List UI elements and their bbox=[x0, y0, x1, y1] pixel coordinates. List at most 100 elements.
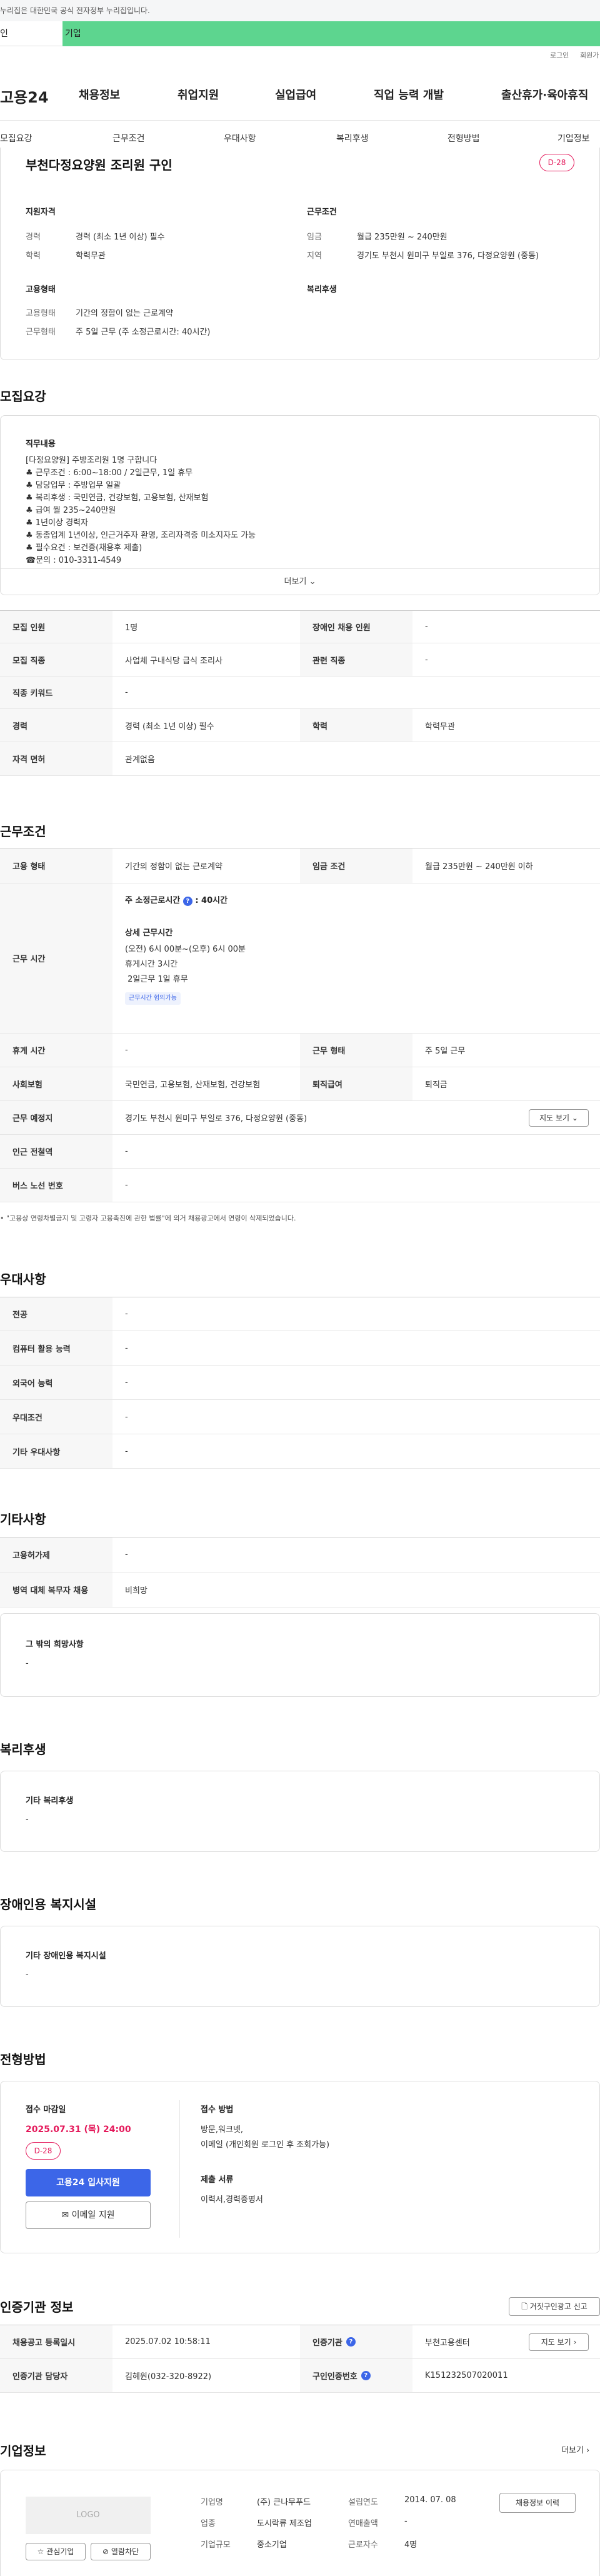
table-header-cell: 컴퓨터 활용 능력 bbox=[0, 1331, 112, 1365]
duty-line: ♣ 급여 월 235~240만원 bbox=[26, 506, 116, 515]
company-logo: LOGO bbox=[26, 2497, 151, 2534]
table-row: 버스 노선 번호 - bbox=[0, 1169, 600, 1202]
section-nav-apply[interactable]: 전형방법 bbox=[448, 132, 480, 144]
map-button[interactable]: 지도 보기 › bbox=[529, 2333, 589, 2351]
table-cell: 학력무관 bbox=[425, 722, 455, 732]
hope-card: 그 밖의 희망사항 - bbox=[0, 1613, 600, 1697]
table-cell: 경력 (최소 1년 이상) 필수 bbox=[125, 722, 214, 732]
more-button[interactable]: 더보기 ⌄ bbox=[1, 568, 599, 595]
table-header-cell: 우대조건 bbox=[0, 1400, 112, 1434]
audience-tabs: 인 기업 bbox=[0, 21, 600, 46]
job-title: 부천다정요양원 조리원 구인 bbox=[26, 158, 172, 173]
table-cell: 사업체 구내식당 급식 조리사 bbox=[125, 656, 222, 666]
tab-personal[interactable]: 인 bbox=[0, 21, 62, 46]
gnb-parental-leave[interactable]: 출산휴가·육아휴직 bbox=[501, 86, 588, 103]
hours-week-label: 주 소정근로시간 bbox=[125, 896, 181, 905]
login-link[interactable]: 로그인 bbox=[550, 50, 569, 60]
pref-table: 전공 - 컴퓨터 활용 능력 - 외국어 능력 - 우대조건 - 기타 우대사항 - bbox=[0, 1297, 600, 1469]
star-icon: ☆ bbox=[37, 2547, 44, 2556]
table-header-cell: 근무 예정지 bbox=[0, 1101, 112, 1134]
job-history-button[interactable]: 채용정보 이력 bbox=[499, 2493, 576, 2513]
favorite-company-button[interactable]: ☆ 관심기업 bbox=[26, 2543, 86, 2560]
gnb-unemployment-benefit[interactable]: 실업급여 bbox=[275, 86, 316, 103]
work-table: 고용 형태 기간의 정함이 없는 근로계약 임금 조건 월급 235만원 ~ 2… bbox=[0, 848, 600, 1204]
info-icon[interactable]: ? bbox=[346, 2337, 356, 2347]
dday-badge: D-28 bbox=[539, 154, 574, 171]
chevron-right-icon: › bbox=[586, 2446, 590, 2455]
table-cell: 퇴직금 bbox=[425, 1080, 448, 1090]
emp-value: 기간의 정함이 없는 근로계약 bbox=[76, 309, 173, 318]
dday-badge: D-28 bbox=[26, 2142, 61, 2160]
table-cell: - bbox=[125, 1446, 128, 1456]
block-view-button[interactable]: ⊘ 열람차단 bbox=[91, 2543, 151, 2560]
table-cell: - bbox=[125, 1377, 128, 1387]
duty-text: [다정요양원] 주방조리원 1명 구합니다 ♣ 근무조건 : 6:00~18:0… bbox=[26, 455, 576, 566]
gnb-jobs[interactable]: 채용정보 bbox=[79, 86, 120, 103]
cond-label: 임금 bbox=[307, 233, 322, 242]
cond-label: 지역 bbox=[307, 251, 322, 261]
brand-logo[interactable]: 고용24 bbox=[0, 85, 49, 107]
company-heading: 기업정보 bbox=[0, 2443, 46, 2458]
table-row: 병역 대체 복무자 채용 비희망 bbox=[0, 1572, 600, 1607]
hours-week: 주 소정근로시간 ? : 40시간 bbox=[125, 893, 228, 906]
join-link[interactable]: 회원가 bbox=[580, 50, 599, 60]
welfare-card: 기타 복리후생 - bbox=[0, 1771, 600, 1852]
table-header-cell: 휴게 시간 bbox=[0, 1034, 112, 1067]
tab-company[interactable]: 기업 bbox=[62, 21, 600, 46]
etc-table: 고용허가제 - 병역 대체 복무자 채용 비희망 bbox=[0, 1537, 600, 1607]
section-nav-recruit[interactable]: 모집요강 bbox=[0, 132, 32, 144]
report-button[interactable]: 🗋 거짓구인광고 신고 bbox=[509, 2297, 600, 2316]
info-icon[interactable]: ? bbox=[361, 2371, 371, 2380]
duty-line: ☎문의 : 010-3311-4549 bbox=[26, 556, 122, 565]
method-title: 접수 방법 bbox=[201, 2105, 234, 2115]
info-icon[interactable]: ? bbox=[182, 897, 192, 906]
company-more-label: 더보기 bbox=[561, 2446, 584, 2455]
map-button-label: 지도 보기 bbox=[539, 1114, 570, 1122]
section-nav-work[interactable]: 근무조건 bbox=[112, 132, 145, 144]
table-header-cell: 자격 면허 bbox=[0, 742, 112, 775]
table-cell: 주 5일 근무 bbox=[425, 1047, 466, 1056]
company-more-link[interactable]: 더보기 › bbox=[561, 2443, 589, 2455]
gov-banner-text: 누리집은 대한민국 공식 전자정부 누리집입니다. bbox=[0, 6, 150, 15]
chevron-down-icon: ⌄ bbox=[309, 577, 316, 586]
duty-line: ♣ 동종업계 1년이상, 인근거주자 환영, 조리자격증 미소지자도 가능 bbox=[26, 531, 256, 540]
pref-heading: 우대사항 bbox=[0, 1272, 46, 1287]
deadline-title: 접수 마감일 bbox=[26, 2105, 66, 2115]
table-cell: 국민연금, 고용보험, 산재보험, 건강보험 bbox=[125, 1080, 261, 1090]
table-header-cell: 학력 bbox=[300, 709, 412, 742]
method: 방문,워크넷, 이메일 (개인회원 로그인 후 조회가능) bbox=[201, 2123, 329, 2153]
block-label: 열람차단 bbox=[111, 2547, 139, 2556]
table-cell: 김혜원(032-320-8922) bbox=[125, 2372, 212, 2382]
apply-button[interactable]: 고용24 입사지원 bbox=[26, 2169, 151, 2196]
table-cell: - bbox=[125, 1412, 128, 1422]
table-cell: 관계없음 bbox=[125, 755, 155, 765]
gnb-employment-support[interactable]: 취업지원 bbox=[178, 86, 219, 103]
map-button[interactable]: 지도 보기 ⌄ bbox=[529, 1109, 589, 1127]
etc-heading: 기타사항 bbox=[0, 1512, 46, 1527]
favorite-label: 관심기업 bbox=[46, 2547, 74, 2556]
table-cell: 월급 235만원 ~ 240만원 이하 bbox=[425, 862, 533, 872]
cert-heading: 인증기관 정보 bbox=[0, 2300, 74, 2315]
email-apply-label: 이메일 지원 bbox=[71, 2210, 115, 2220]
hope-title: 그 밖의 희망사항 bbox=[26, 1640, 84, 1649]
method-line: 이메일 (개인회원 로그인 후 조회가능) bbox=[201, 2140, 330, 2150]
table-header-cell: 외국어 능력 bbox=[0, 1366, 112, 1399]
emp-label: 근무형태 bbox=[26, 328, 56, 337]
disabled-title: 기타 장애인용 복지시설 bbox=[26, 1951, 106, 1961]
table-row: 채용공고 등록일시 2025.07.02 10:58:11 인증기관? 부천고용… bbox=[0, 2325, 600, 2359]
cond-value: 월급 235만원 ~ 240만원 bbox=[357, 233, 448, 242]
company-label: 기업명 bbox=[201, 2498, 223, 2507]
mail-icon: ✉ bbox=[61, 2210, 69, 2220]
table-header-cell: 버스 노선 번호 bbox=[0, 1169, 112, 1202]
email-apply-button[interactable]: ✉ 이메일 지원 bbox=[26, 2201, 151, 2229]
cert-org-label: 인증기관 bbox=[312, 2338, 342, 2348]
section-nav-welfare[interactable]: 복리후생 bbox=[336, 132, 369, 144]
section-nav-pref[interactable]: 우대사항 bbox=[224, 132, 256, 144]
section-nav-company[interactable]: 기업정보 bbox=[558, 132, 590, 144]
company-label: 설립연도 bbox=[348, 2498, 378, 2507]
apply-heading: 전형방법 bbox=[0, 2052, 46, 2067]
gnb-vocational-training[interactable]: 직업 능력 개발 bbox=[374, 86, 444, 103]
welfare-heading: 복리후생 bbox=[0, 1742, 46, 1757]
table-row: 외국어 능력 - bbox=[0, 1366, 600, 1400]
company-label: 기업규모 bbox=[201, 2540, 231, 2550]
